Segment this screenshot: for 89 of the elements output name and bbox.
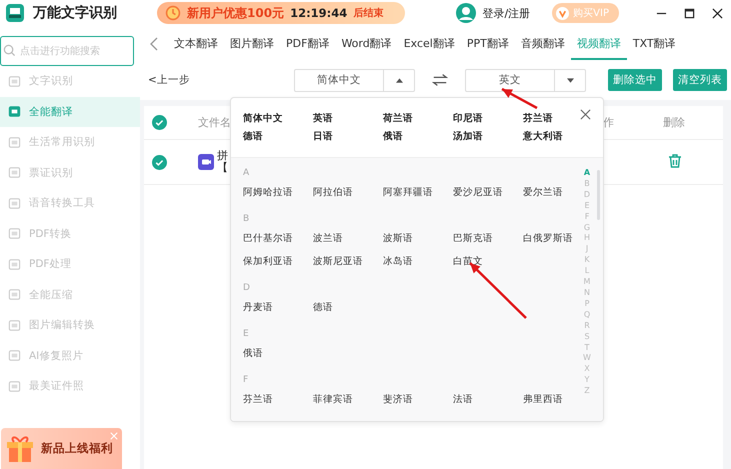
language-option[interactable]: 法语 bbox=[453, 393, 473, 406]
caret-up-icon bbox=[396, 78, 402, 82]
tab[interactable]: PDF翻译 bbox=[280, 30, 336, 60]
column-header: 删除 bbox=[663, 116, 685, 129]
vip-icon bbox=[556, 6, 570, 20]
search-icon bbox=[3, 44, 16, 57]
language-option[interactable]: 爱沙尼亚语 bbox=[453, 186, 503, 199]
promo-label: 新用户优惠100元 bbox=[187, 4, 284, 22]
language-option[interactable]: 日语 bbox=[313, 130, 333, 143]
trash-icon[interactable] bbox=[667, 152, 683, 168]
tab[interactable]: 图片翻译 bbox=[224, 30, 280, 60]
tool-icon bbox=[8, 196, 21, 210]
promo-card[interactable]: 新品上线福利 bbox=[1, 428, 122, 469]
language-option[interactable]: 俄语 bbox=[383, 130, 403, 143]
column-header: 文件名 bbox=[198, 115, 231, 130]
clock-icon bbox=[165, 5, 181, 21]
group-letter: B bbox=[243, 214, 250, 224]
language-option[interactable]: 巴什基尔语 bbox=[243, 232, 293, 245]
column-header: 作 bbox=[603, 116, 614, 129]
promo-banner[interactable]: 新用户优惠100元 12:19:44 后结束 bbox=[157, 2, 405, 24]
tab[interactable]: 音频翻译 bbox=[514, 30, 571, 60]
language-option[interactable]: 爱尔兰语 bbox=[523, 186, 563, 199]
login-link[interactable]: 登录/注册 bbox=[482, 6, 530, 20]
language-option[interactable]: 阿拉伯语 bbox=[313, 186, 353, 199]
language-option[interactable]: 印尼语 bbox=[453, 112, 483, 125]
back-link[interactable]: <上一步 bbox=[148, 73, 294, 87]
language-option[interactable]: 德语 bbox=[313, 301, 333, 314]
group-letter: A bbox=[243, 168, 250, 178]
language-option[interactable]: 弗里西语 bbox=[523, 393, 563, 406]
language-option[interactable]: 英语 bbox=[313, 112, 333, 125]
tool-icon bbox=[8, 136, 21, 149]
language-option[interactable]: 阿姆哈拉语 bbox=[243, 186, 293, 199]
language-option[interactable]: 保加利亚语 bbox=[243, 255, 293, 268]
tab[interactable]: Excel翻译 bbox=[398, 30, 461, 60]
language-option[interactable]: 芬兰语 bbox=[523, 112, 553, 125]
language-option[interactable]: 白俄罗斯语 bbox=[523, 232, 573, 245]
annotation-arrow bbox=[501, 88, 538, 110]
language-option[interactable]: 波斯语 bbox=[383, 232, 413, 245]
tool-icon bbox=[8, 258, 21, 271]
close-icon[interactable] bbox=[712, 8, 723, 18]
tool-icon bbox=[8, 288, 21, 302]
source-language-select[interactable]: 简体中文 bbox=[294, 68, 415, 92]
app-title: 万能文字识别 bbox=[33, 4, 117, 22]
video-file-icon bbox=[198, 154, 214, 170]
language-option[interactable]: 汤加语 bbox=[453, 130, 483, 143]
swap-icon[interactable] bbox=[432, 73, 448, 87]
group-letter: D bbox=[243, 283, 250, 293]
tool-icon bbox=[8, 349, 21, 362]
tab[interactable]: TXT翻译 bbox=[626, 30, 682, 60]
tool-icon bbox=[8, 380, 21, 393]
language-option[interactable]: 冰岛语 bbox=[383, 255, 413, 268]
app-logo-icon bbox=[5, 3, 25, 23]
chevron-left-icon[interactable] bbox=[150, 37, 158, 51]
tool-icon bbox=[8, 74, 21, 88]
avatar-icon[interactable] bbox=[456, 3, 476, 23]
language-option[interactable]: 菲律宾语 bbox=[313, 393, 353, 406]
checkbox[interactable] bbox=[152, 154, 167, 170]
language-option[interactable]: 丹麦语 bbox=[243, 301, 273, 314]
language-option[interactable]: 荷兰语 bbox=[383, 112, 413, 125]
language-option[interactable]: 意大利语 bbox=[523, 130, 563, 143]
promo-countdown: 12:19:44 bbox=[290, 6, 348, 20]
language-option[interactable]: 巴斯克语 bbox=[453, 232, 493, 245]
language-option[interactable]: 波兰语 bbox=[313, 232, 343, 245]
search-field[interactable]: 点击进行功能搜索 bbox=[0, 36, 134, 66]
tool-icon bbox=[8, 105, 21, 118]
tab[interactable]: Word翻译 bbox=[335, 30, 398, 60]
maximize-icon[interactable] bbox=[684, 8, 695, 18]
tool-icon bbox=[8, 318, 21, 332]
gift-icon bbox=[5, 434, 35, 464]
file-name: 拼 bbox=[217, 150, 228, 162]
language-option[interactable]: 德语 bbox=[243, 130, 263, 143]
checkbox[interactable] bbox=[152, 115, 167, 130]
tool-icon bbox=[8, 166, 21, 180]
language-option[interactable]: 芬兰语 bbox=[243, 393, 273, 406]
language-option[interactable]: 波斯尼亚语 bbox=[313, 255, 363, 268]
promo-card-title: 新品上线福利 bbox=[41, 441, 113, 456]
tool-icon bbox=[8, 227, 21, 240]
file-name: 【 bbox=[217, 162, 228, 174]
language-option[interactable]: 俄语 bbox=[243, 347, 263, 360]
group-letter: E bbox=[243, 329, 249, 339]
language-option[interactable]: 简体中文 bbox=[243, 112, 283, 125]
language-option[interactable]: 斐济语 bbox=[383, 393, 413, 406]
tab[interactable]: 文本翻译 bbox=[168, 30, 224, 60]
language-option[interactable]: 阿塞拜疆语 bbox=[383, 186, 433, 199]
tab[interactable]: PPT翻译 bbox=[460, 30, 515, 60]
target-language-select[interactable]: 英文 bbox=[465, 68, 586, 92]
group-letter: F bbox=[243, 375, 248, 385]
caret-down-icon bbox=[566, 78, 574, 82]
promo-suffix: 后结束 bbox=[353, 6, 384, 20]
